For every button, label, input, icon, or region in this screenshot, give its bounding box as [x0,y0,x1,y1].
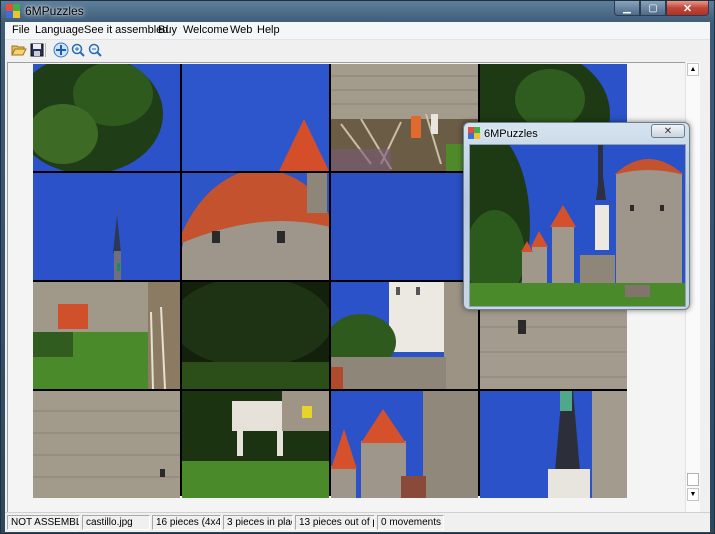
menu-language[interactable]: Language [35,24,84,36]
close-icon: ✕ [663,125,673,137]
puzzle-piece[interactable] [182,391,329,498]
open-button[interactable] [11,42,27,58]
menu-file[interactable]: File [12,24,30,36]
menu-help[interactable]: Help [257,24,280,36]
maximize-icon: ▢ [648,2,658,14]
status-pieces-out-of-place: 13 pieces out of place [295,515,375,530]
floppy-disk-icon [30,43,44,57]
arrow-down-icon: ▼ [689,491,697,498]
app-logo-icon [6,4,20,18]
puzzle-piece[interactable] [33,64,180,171]
menu-welcome[interactable]: Welcome [183,24,229,36]
puzzle-piece[interactable] [331,391,478,498]
puzzle-piece[interactable] [182,173,329,280]
menu-web[interactable]: Web [230,24,252,36]
close-button[interactable]: ✕ [666,1,709,16]
status-movements: 0 movements [377,515,444,530]
scroll-thumb[interactable] [687,473,699,486]
puzzle-piece[interactable] [33,173,180,280]
move-arrows-icon [53,42,69,58]
puzzle-piece[interactable] [182,282,329,389]
preview-window[interactable]: 6MPuzzles ✕ [463,122,690,310]
menu-see-it-assembled[interactable]: See it assembled [84,24,168,36]
zoom-out-icon [88,43,102,57]
toolbar [5,40,710,60]
status-piece-count: 16 pieces (4x4) [152,515,221,530]
close-icon: ✕ [682,2,693,15]
puzzle-piece[interactable] [331,282,478,389]
zoom-in-icon [71,43,85,57]
preview-title: 6MPuzzles [484,128,538,140]
status-file-name: castillo.jpg [82,515,150,530]
arrow-up-icon: ▲ [689,66,697,73]
scroll-up-button[interactable]: ▲ [687,63,699,76]
folder-open-icon [11,45,27,56]
scroll-down-button[interactable]: ▼ [687,488,699,501]
toolbar-separator [45,43,46,57]
minimize-button[interactable]: ▁ [614,1,640,16]
puzzle-piece[interactable] [480,391,627,498]
status-bar: NOT ASSEMBLED castillo.jpg 16 pieces (4x… [5,512,710,532]
assembled-preview-image [469,144,686,307]
zoom-out-button[interactable] [87,42,103,58]
move-button[interactable] [53,42,69,58]
menu-buy[interactable]: Buy [158,24,177,36]
status-pieces-in-place: 3 pieces in place [223,515,293,530]
puzzle-piece[interactable] [182,64,329,171]
minimize-icon: ▁ [623,2,631,14]
puzzle-piece[interactable] [331,173,478,280]
puzzle-piece[interactable] [33,391,180,498]
zoom-in-button[interactable] [70,42,86,58]
window-title: 6MPuzzles [25,4,84,18]
save-button[interactable] [29,42,45,58]
app-logo-icon [468,127,480,139]
title-bar[interactable]: 6MPuzzles ▁ ▢ ✕ [1,1,714,21]
puzzle-piece[interactable] [33,282,180,389]
status-assembly-state: NOT ASSEMBLED [7,515,80,530]
preview-close-button[interactable]: ✕ [651,124,685,138]
menu-bar: File Language See it assembled Buy Welco… [5,22,710,40]
puzzle-piece[interactable] [331,64,478,171]
maximize-button[interactable]: ▢ [640,1,666,16]
